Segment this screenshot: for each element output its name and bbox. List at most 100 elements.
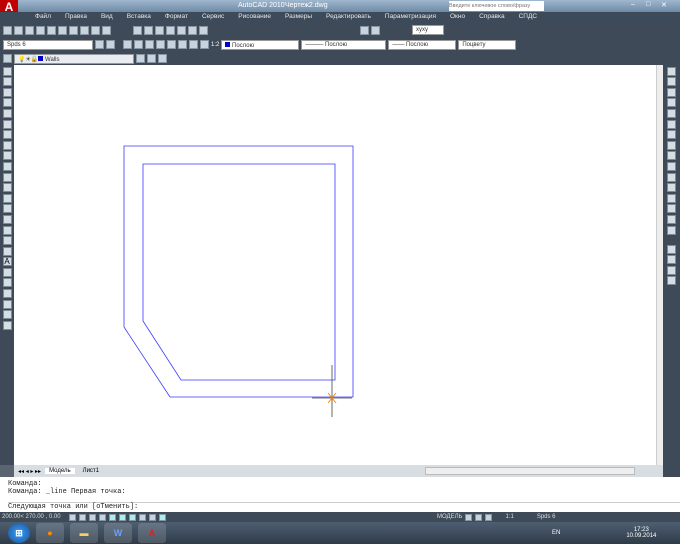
menu-insert[interactable]: Вставка (120, 12, 158, 23)
style-icon[interactable] (106, 40, 115, 49)
table-icon[interactable] (2, 246, 12, 256)
tab-sheet1[interactable]: Лист1 (79, 468, 103, 474)
tool-icon[interactable] (189, 40, 198, 49)
text-style-select[interactable]: Spds 6 (3, 39, 93, 50)
sum-icon[interactable] (371, 25, 380, 35)
tool-icon[interactable] (2, 320, 12, 330)
inner-wall[interactable] (142, 163, 336, 381)
print-icon[interactable] (36, 25, 45, 35)
layer-select[interactable]: 💡☀🔓 Walls (14, 53, 134, 64)
tool-icon[interactable] (2, 310, 12, 320)
scale-icon[interactable] (667, 140, 676, 150)
tool-icon[interactable] (2, 289, 12, 299)
point-icon[interactable] (2, 204, 12, 214)
zoom-icon[interactable] (200, 40, 209, 49)
tool-icon[interactable] (156, 40, 165, 49)
break-icon[interactable] (667, 183, 676, 193)
zoom-icon[interactable] (485, 513, 493, 521)
ellipse-arc-icon[interactable] (2, 172, 12, 182)
cloud-icon[interactable] (2, 140, 12, 150)
extend-icon[interactable] (667, 172, 676, 182)
offset-icon[interactable] (667, 98, 676, 108)
menu-parametric[interactable]: Параметризация (378, 12, 443, 23)
workspace-select[interactable]: Spds 6 (537, 514, 556, 520)
qp-toggle[interactable] (159, 513, 166, 521)
dimension-icon[interactable] (133, 25, 142, 35)
tool-icon[interactable] (2, 299, 12, 309)
menu-window[interactable]: Окно (443, 12, 472, 23)
layer-icon[interactable] (147, 54, 156, 63)
erase-icon[interactable] (667, 66, 676, 76)
menu-edit[interactable]: Правка (58, 12, 94, 23)
otrack-toggle[interactable] (119, 513, 126, 521)
menu-help[interactable]: Справка (472, 12, 512, 23)
copy-icon[interactable] (69, 25, 78, 35)
line-icon[interactable] (2, 66, 12, 76)
layer-icon[interactable] (158, 54, 167, 63)
scale-button[interactable]: 1:2 (211, 42, 219, 48)
search-input[interactable] (449, 1, 544, 11)
circle-icon[interactable] (2, 130, 12, 140)
ortho-toggle[interactable] (89, 513, 96, 521)
menu-spds[interactable]: СПДС (512, 12, 544, 23)
tool-icon[interactable] (167, 40, 176, 49)
open-icon[interactable] (14, 25, 23, 35)
lineweight-select[interactable]: —— Послою (388, 39, 457, 50)
sum-icon[interactable] (360, 25, 369, 35)
tool-icon[interactable] (667, 255, 676, 265)
insert-block-icon[interactable] (2, 183, 12, 193)
layout-icon[interactable] (465, 513, 473, 521)
hatch-icon[interactable] (2, 214, 12, 224)
minimize-button[interactable]: – (631, 1, 635, 8)
plotstyle-select[interactable]: Поцвету (458, 39, 517, 50)
save-icon[interactable] (25, 25, 34, 35)
tool-icon[interactable] (667, 244, 676, 254)
drawing-canvas[interactable] (14, 65, 663, 465)
linetype-select[interactable]: ——— Послою (301, 39, 387, 50)
ellipse-icon[interactable] (2, 161, 12, 171)
layer-manager-icon[interactable] (3, 54, 12, 63)
command-prompt[interactable]: Следующая точка или [оТменить]: (8, 502, 680, 511)
ducs-toggle[interactable] (129, 513, 136, 521)
layer-icon[interactable] (136, 54, 145, 63)
spline-icon[interactable] (2, 151, 12, 161)
grid-toggle[interactable] (79, 513, 86, 521)
horizontal-scrollbar[interactable] (425, 467, 635, 475)
menu-format[interactable]: Формат (158, 12, 195, 23)
join-icon[interactable] (667, 193, 676, 203)
polyline-icon[interactable] (2, 87, 12, 97)
tool-icon[interactable] (667, 276, 676, 286)
mirror-icon[interactable] (667, 87, 676, 97)
user-field[interactable]: хуху (412, 25, 444, 35)
menu-tools[interactable]: Сервис (195, 12, 231, 23)
xline-icon[interactable] (2, 77, 12, 87)
menu-modify[interactable]: Редактировать (319, 12, 378, 23)
polar-toggle[interactable] (99, 513, 106, 521)
vertical-scrollbar[interactable] (656, 65, 663, 465)
color-select[interactable]: Послою (221, 39, 300, 50)
dimension-icon[interactable] (188, 25, 197, 35)
menu-dimension[interactable]: Размеры (278, 12, 319, 23)
redo-icon[interactable] (102, 25, 111, 35)
chamfer-icon[interactable] (667, 204, 676, 214)
autocad-icon[interactable]: A (138, 523, 166, 543)
stretch-icon[interactable] (667, 151, 676, 161)
explode-icon[interactable] (667, 225, 676, 235)
text-icon[interactable]: A (2, 257, 12, 267)
polygon-icon[interactable] (2, 98, 12, 108)
tab-nav-buttons[interactable]: ◂◂ ◂ ▸ ▸▸ (18, 468, 41, 475)
word-icon[interactable]: W (104, 523, 132, 543)
outer-wall[interactable] (123, 145, 354, 398)
menu-draw[interactable]: Рисование (231, 12, 278, 23)
tool-icon[interactable] (667, 265, 676, 275)
dimension-icon[interactable] (199, 25, 208, 35)
rectangle-icon[interactable] (2, 108, 12, 118)
menu-view[interactable]: Вид (94, 12, 120, 23)
tool-icon[interactable] (123, 40, 132, 49)
arc-icon[interactable] (2, 119, 12, 129)
gradient-icon[interactable] (2, 225, 12, 235)
dimension-icon[interactable] (144, 25, 153, 35)
language-indicator[interactable]: EN (552, 530, 560, 536)
osnap-toggle[interactable] (109, 513, 116, 521)
tool-icon[interactable] (134, 40, 143, 49)
